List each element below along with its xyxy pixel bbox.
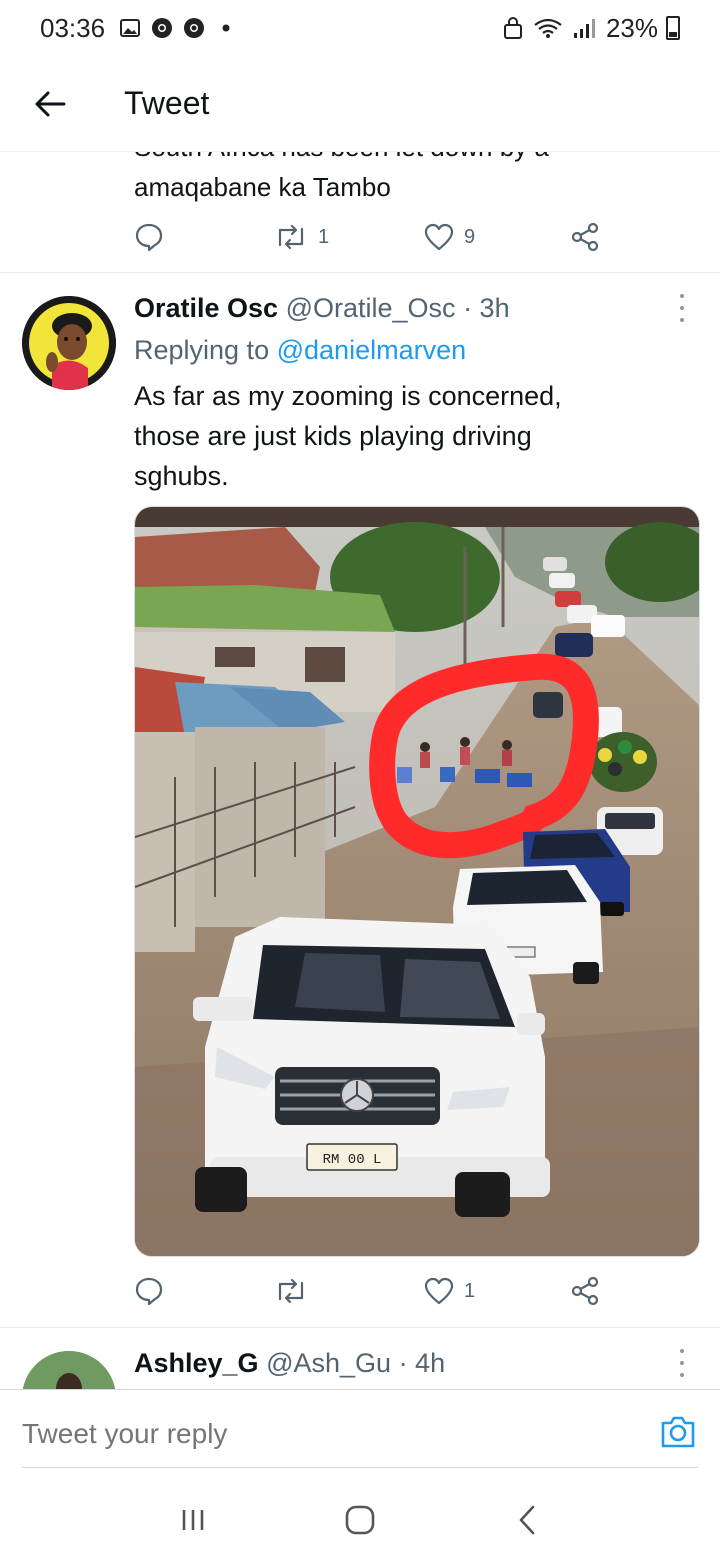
next-tweet[interactable]: Ashley_G @Ash_Gu · 4h [0, 1329, 720, 1389]
share-button[interactable] [570, 1276, 600, 1306]
retweet-button[interactable] [274, 1277, 424, 1305]
user-handle[interactable]: @Oratile_Osc [286, 293, 456, 323]
signal-icon [572, 17, 598, 39]
reply-button[interactable] [134, 1276, 274, 1306]
avatar[interactable] [22, 1351, 116, 1389]
page-title: Tweet [124, 85, 210, 121]
home-icon [345, 1505, 375, 1535]
recents-icon [183, 1510, 204, 1530]
share-icon [571, 222, 599, 252]
more-dot-icon [680, 1349, 684, 1353]
tweet[interactable]: Oratile Osc @Oratile_Osc · 3h Replying t… [0, 274, 720, 1328]
like-button[interactable]: 1 [424, 1277, 570, 1305]
tweet-header: Oratile Osc @Oratile_Osc · 3h [134, 290, 510, 326]
retweet-icon [278, 224, 304, 250]
back-nav-button[interactable] [497, 1490, 557, 1550]
like-button[interactable]: 9 [424, 223, 570, 251]
tweet-text: As far as my zooming is concerned, those… [134, 381, 562, 491]
reply-icon [135, 223, 163, 252]
like-count: 9 [464, 225, 476, 248]
tweet-photo[interactable]: RM 00 L [134, 506, 700, 1257]
previous-tweet-actions: 1 9 [134, 222, 600, 252]
reply-divider [22, 1467, 698, 1468]
more-options-button[interactable] [672, 294, 692, 322]
more-dot-icon [680, 1361, 684, 1365]
more-options-button[interactable] [672, 1349, 692, 1377]
license-plate-text: RM 00 L [323, 1152, 382, 1168]
previous-tweet[interactable]: South Africa has been let down by a amaq… [0, 152, 720, 273]
camera-icon [661, 1416, 695, 1448]
back-arrow-icon [35, 91, 66, 116]
wifi-icon [532, 17, 564, 39]
share-icon [571, 1276, 599, 1306]
avatar[interactable] [22, 296, 116, 390]
tweet-time: · 3h [463, 293, 510, 323]
retweet-count: 1 [318, 225, 330, 248]
reply-input[interactable] [22, 1410, 622, 1458]
heart-icon [424, 1277, 454, 1305]
tweet-time: · 4h [398, 1348, 446, 1378]
like-count: 1 [464, 1279, 476, 1302]
previous-tweet-text-cut: South Africa has been let down by a [134, 152, 549, 164]
back-button[interactable] [0, 56, 100, 152]
chrome-icon [151, 17, 173, 39]
status-time: 03:36 [40, 12, 106, 43]
tweet-actions: 1 [134, 1276, 600, 1306]
more-dot-icon [680, 1373, 684, 1377]
battery-icon [666, 16, 680, 40]
camera-button[interactable] [658, 1412, 698, 1452]
back-chevron-icon [519, 1505, 534, 1535]
share-button[interactable] [570, 222, 600, 252]
lock-icon [502, 17, 524, 39]
status-bar: 03:36 23% [0, 0, 720, 56]
replying-to: Replying to @danielmarven [134, 332, 466, 368]
retweet-icon [278, 1278, 304, 1304]
recents-button[interactable] [163, 1490, 223, 1550]
home-button[interactable] [330, 1490, 390, 1550]
replying-to-link[interactable]: @danielmarven [277, 335, 467, 365]
next-tweet-header: Ashley_G @Ash_Gu · 4h [134, 1345, 445, 1381]
android-nav-bar [0, 1480, 720, 1560]
gallery-icon [119, 17, 141, 39]
battery-percent: 23% [605, 12, 658, 43]
user-handle[interactable]: @Ash_Gu [266, 1348, 391, 1378]
retweet-button[interactable]: 1 [274, 223, 424, 251]
reply-bar [0, 1389, 720, 1479]
dot-icon [215, 17, 237, 39]
reply-icon [135, 1277, 163, 1306]
display-name[interactable]: Oratile Osc [134, 293, 278, 323]
more-dot-icon [680, 306, 684, 310]
chrome-icon [183, 17, 205, 39]
more-dot-icon [680, 318, 684, 322]
replying-to-label: Replying to [134, 335, 270, 365]
reply-button[interactable] [134, 222, 274, 252]
more-dot-icon [680, 294, 684, 298]
photo-image: RM 00 L [135, 507, 699, 1256]
heart-icon [424, 223, 454, 251]
display-name[interactable]: Ashley_G [134, 1348, 259, 1378]
header: Tweet [0, 56, 720, 152]
previous-tweet-text: amaqabane ka Tambo [134, 172, 391, 202]
